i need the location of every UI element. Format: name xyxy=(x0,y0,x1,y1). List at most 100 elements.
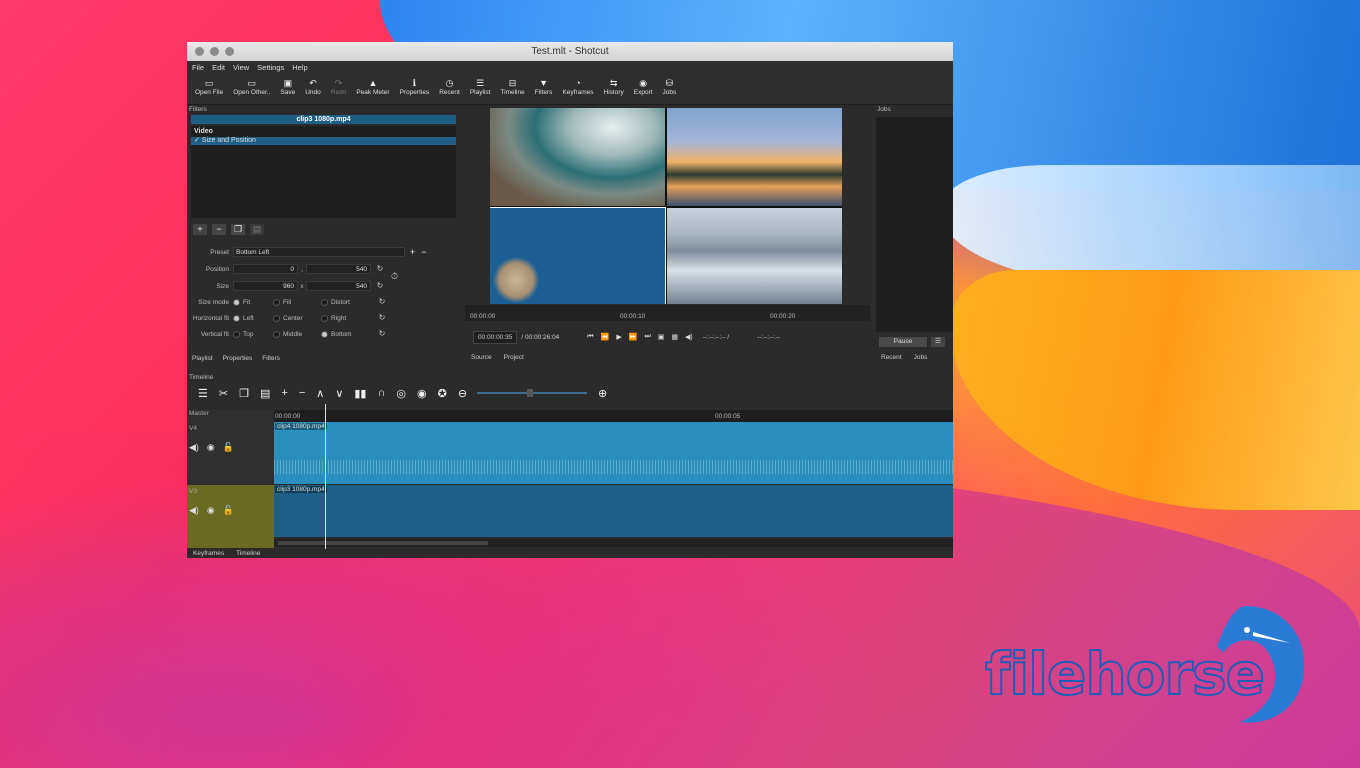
paste-icon[interactable]: ▤ xyxy=(260,387,270,400)
play-icon[interactable]: ▶ xyxy=(616,333,621,341)
timeline-button[interactable]: ⊟ Timeline xyxy=(495,74,529,96)
jobs-menu-button[interactable]: ☰ xyxy=(931,337,945,347)
timeline-scroll-thumb[interactable] xyxy=(278,541,488,545)
zoom-slider[interactable] xyxy=(477,389,588,397)
timeline-ruler[interactable]: 00:00:00 00:00:05 xyxy=(274,410,953,422)
history-button[interactable]: ⇆ History xyxy=(599,74,629,96)
fast-forward-icon[interactable]: ⏩ xyxy=(629,333,638,341)
paste-filter-button[interactable]: ▤ xyxy=(250,224,264,235)
hfit-center[interactable]: Center xyxy=(273,314,321,322)
size-mode-fit[interactable]: Fit xyxy=(233,298,273,306)
position-y-input[interactable]: 540 xyxy=(306,264,371,274)
ripple-all-icon[interactable]: ✪ xyxy=(438,387,447,400)
tab-keyframes[interactable]: Keyframes xyxy=(187,549,230,558)
tab-filters[interactable]: Filters xyxy=(257,352,285,365)
reset-size-icon[interactable]: ↻ xyxy=(375,281,385,291)
tab-project[interactable]: Project xyxy=(498,354,530,361)
lock-icon[interactable]: 🔓 xyxy=(223,442,234,453)
pause-jobs-button[interactable]: Pause xyxy=(879,337,927,347)
scrub-eye-icon[interactable]: ◎ xyxy=(396,387,406,400)
snap-magnet-icon[interactable]: ∩ xyxy=(377,387,385,399)
vfit-top[interactable]: Top xyxy=(233,330,273,338)
copy-filter-button[interactable]: ❐ xyxy=(231,224,245,235)
volume-icon[interactable]: ◀) xyxy=(685,333,693,341)
mute-icon[interactable]: ◀) xyxy=(189,505,199,516)
timeline-menu-icon[interactable]: ☰ xyxy=(198,387,208,400)
open-other-button[interactable]: ▭ Open Other.. xyxy=(228,74,275,96)
zoom-out-icon[interactable]: ⊖ xyxy=(458,387,467,400)
recent-button[interactable]: ◷ Recent xyxy=(434,74,465,96)
tab-source[interactable]: Source xyxy=(465,354,498,361)
playlist-button[interactable]: ☰ Playlist xyxy=(465,74,496,96)
export-button[interactable]: ◉ Export xyxy=(629,74,658,96)
timeline-clip-v3[interactable]: clip3 1080p.mp4 xyxy=(274,485,953,537)
redo-button[interactable]: ↷ Redo xyxy=(326,74,352,96)
vfit-middle[interactable]: Middle xyxy=(273,330,321,338)
overwrite-icon[interactable]: ∨ xyxy=(335,387,343,400)
keyframe-stopwatch-icon[interactable]: ⏱ xyxy=(391,271,398,282)
vfit-bottom[interactable]: Bottom xyxy=(321,330,373,338)
grid-icon[interactable]: ▦ xyxy=(671,333,678,341)
skip-previous-icon[interactable]: ⏮ xyxy=(587,333,593,341)
peak-meter-button[interactable]: ▲ Peak Meter xyxy=(351,74,394,96)
timeline-scrollbar[interactable] xyxy=(274,539,953,547)
properties-button[interactable]: ℹ Properties xyxy=(395,74,435,96)
reset-vfit-icon[interactable]: ↻ xyxy=(377,329,387,339)
scrubber-bar[interactable]: 00:00:00 00:00:10 00:00:20 xyxy=(465,305,870,321)
timeline-clip-v4[interactable]: clip4 1080p.mp4 xyxy=(274,422,953,484)
mute-icon[interactable]: ◀) xyxy=(189,442,199,453)
preset-select[interactable]: Bottom Left xyxy=(233,247,405,257)
menu-help[interactable]: Help xyxy=(292,63,307,72)
lock-icon[interactable]: 🔓 xyxy=(223,505,234,516)
zoom-slider-handle[interactable] xyxy=(527,389,534,397)
reset-size-mode-icon[interactable]: ↻ xyxy=(377,297,387,307)
hfit-left[interactable]: Left xyxy=(233,314,273,322)
save-button[interactable]: ▣ Save xyxy=(275,74,300,96)
keyframes-button[interactable]: ◔ Keyframes xyxy=(557,74,598,96)
tab-properties[interactable]: Properties xyxy=(218,352,258,365)
filters-button[interactable]: ▼ Filters xyxy=(530,74,558,96)
eye-icon[interactable]: ◉ xyxy=(207,442,215,453)
size-mode-fill[interactable]: Fill xyxy=(273,298,321,306)
menu-view[interactable]: View xyxy=(233,63,249,72)
tab-jobs[interactable]: Jobs xyxy=(914,354,928,361)
video-preview[interactable] xyxy=(490,108,842,304)
zoom-in-icon[interactable]: ⊕ xyxy=(598,387,607,400)
undo-button[interactable]: ↶ Undo xyxy=(300,74,326,96)
cut-icon[interactable]: ✂ xyxy=(219,387,228,400)
save-preset-icon[interactable]: + xyxy=(410,247,415,257)
zoom-icon[interactable]: ▣ xyxy=(658,333,665,341)
reset-hfit-icon[interactable]: ↻ xyxy=(377,313,387,323)
eye-icon[interactable]: ◉ xyxy=(207,505,215,516)
reset-position-icon[interactable]: ↻ xyxy=(375,264,385,274)
menu-settings[interactable]: Settings xyxy=(257,63,284,72)
lift-icon[interactable]: ∧ xyxy=(316,387,324,400)
open-file-button[interactable]: ▭ Open File xyxy=(190,74,228,96)
menu-file[interactable]: File xyxy=(192,63,204,72)
tab-timeline[interactable]: Timeline xyxy=(230,549,266,558)
delete-preset-icon[interactable]: − xyxy=(421,247,426,257)
add-filter-button[interactable]: + xyxy=(193,224,207,235)
track-head-v4[interactable]: V4 ◀) ◉ 🔓 xyxy=(187,422,274,485)
current-timecode[interactable]: 00:00:00:35 xyxy=(473,330,518,344)
remove-filter-button[interactable]: − xyxy=(212,224,226,235)
hfit-right[interactable]: Right xyxy=(321,314,373,322)
size-mode-distort[interactable]: Distort xyxy=(321,298,373,306)
tab-recent[interactable]: Recent xyxy=(881,354,902,361)
tab-playlist[interactable]: Playlist xyxy=(187,352,218,365)
remove-icon[interactable]: − xyxy=(299,387,305,399)
position-x-input[interactable]: 0 xyxy=(233,264,298,274)
size-height-input[interactable]: 540 xyxy=(306,281,371,291)
copy-icon[interactable]: ❐ xyxy=(239,387,249,400)
split-icon[interactable]: ▮▮ xyxy=(354,387,366,400)
menu-edit[interactable]: Edit xyxy=(212,63,225,72)
timeline-playhead[interactable] xyxy=(325,404,326,549)
jobs-button[interactable]: ⛁ Jobs xyxy=(658,74,682,96)
track-head-v3[interactable]: V3 ◀) ◉ 🔓 xyxy=(187,485,274,548)
rewind-icon[interactable]: ⏪ xyxy=(601,333,610,341)
skip-next-icon[interactable]: ⏭ xyxy=(644,333,650,341)
size-width-input[interactable]: 960 xyxy=(233,281,298,291)
append-icon[interactable]: + xyxy=(281,387,287,399)
filter-item-size-position[interactable]: ✓ Size and Position xyxy=(191,137,456,145)
ripple-icon[interactable]: ◉ xyxy=(417,387,427,400)
